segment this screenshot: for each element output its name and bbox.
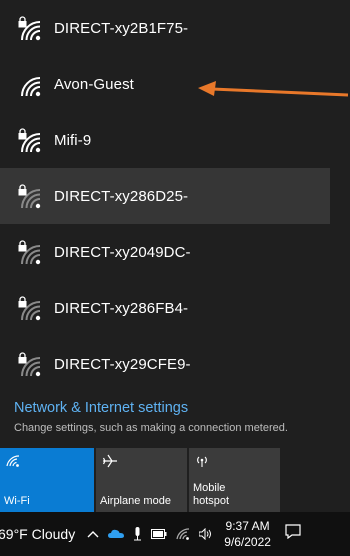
network-name: DIRECT-xy2049DC- [54, 243, 191, 261]
clock-time: 9:37 AM [225, 519, 270, 533]
network-item[interactable]: DIRECT-xy2B1F75- [0, 0, 330, 56]
clock-date: 9/6/2022 [224, 535, 271, 549]
taskbar: 69°F Cloudy 9:37 AM 9/6/2022 [0, 512, 350, 556]
network-name: Mifi-9 [54, 131, 92, 149]
network-settings-section: Network & Internet settings Change setti… [14, 400, 334, 434]
airplane-icon [102, 454, 118, 473]
wifi-icon [6, 454, 20, 472]
notification-icon[interactable] [285, 524, 301, 544]
tile-label: Airplane mode [100, 495, 171, 507]
battery-icon[interactable] [151, 529, 167, 539]
network-name: DIRECT-xy29CFE9- [54, 355, 191, 373]
microphone-icon[interactable] [133, 527, 142, 541]
network-settings-description: Change settings, such as making a connec… [14, 422, 288, 434]
network-list: DIRECT-xy2B1F75- Avon-Guest Mifi-9 DIREC… [0, 0, 330, 392]
network-item[interactable]: DIRECT-xy286D25- [0, 168, 330, 224]
tile-wifi[interactable]: Wi-Fi [0, 448, 94, 512]
network-item[interactable]: DIRECT-xy286FB4- [0, 280, 330, 336]
weather-widget[interactable]: 69°F Cloudy [0, 526, 75, 542]
system-tray [87, 527, 222, 541]
onedrive-cloud-icon[interactable] [108, 529, 125, 539]
wifi-signal-icon [14, 350, 42, 378]
tile-label: Wi-Fi [4, 495, 30, 507]
wifi-signal-icon [14, 294, 42, 322]
network-name: DIRECT-xy2B1F75- [54, 19, 189, 37]
network-item[interactable]: DIRECT-xy2049DC- [0, 224, 330, 280]
wifi-signal-icon [14, 238, 42, 266]
clock[interactable]: 9:37 AM 9/6/2022 [224, 518, 271, 550]
wifi-signal-icon [14, 70, 42, 98]
tile-airplane[interactable]: Airplane mode [96, 448, 187, 512]
network-name: Avon-Guest [54, 75, 134, 93]
network-name: DIRECT-xy286FB4- [54, 299, 189, 317]
wifi-signal-icon [14, 182, 42, 210]
network-name: DIRECT-xy286D25- [54, 187, 189, 205]
chevron-up-icon[interactable] [87, 530, 99, 538]
wifi-signal-icon [14, 14, 42, 42]
network-item[interactable]: Mifi-9 [0, 112, 330, 168]
wifi-icon[interactable] [176, 528, 190, 540]
quick-action-tiles: Wi-Fi Airplane mode Mobile hotspot [0, 448, 282, 512]
network-flyout: DIRECT-xy2B1F75- Avon-Guest Mifi-9 DIREC… [0, 0, 350, 512]
scrollbar-track[interactable] [334, 0, 350, 392]
tile-label: Mobile hotspot [193, 482, 230, 507]
network-settings-link[interactable]: Network & Internet settings [14, 400, 334, 416]
wifi-signal-icon [14, 126, 42, 154]
tile-hotspot[interactable]: Mobile hotspot [189, 448, 280, 512]
speaker-icon[interactable] [199, 528, 213, 540]
annotation-arrow [198, 81, 349, 97]
network-item[interactable]: DIRECT-xy29CFE9- [0, 336, 330, 392]
hotspot-icon [195, 454, 209, 473]
